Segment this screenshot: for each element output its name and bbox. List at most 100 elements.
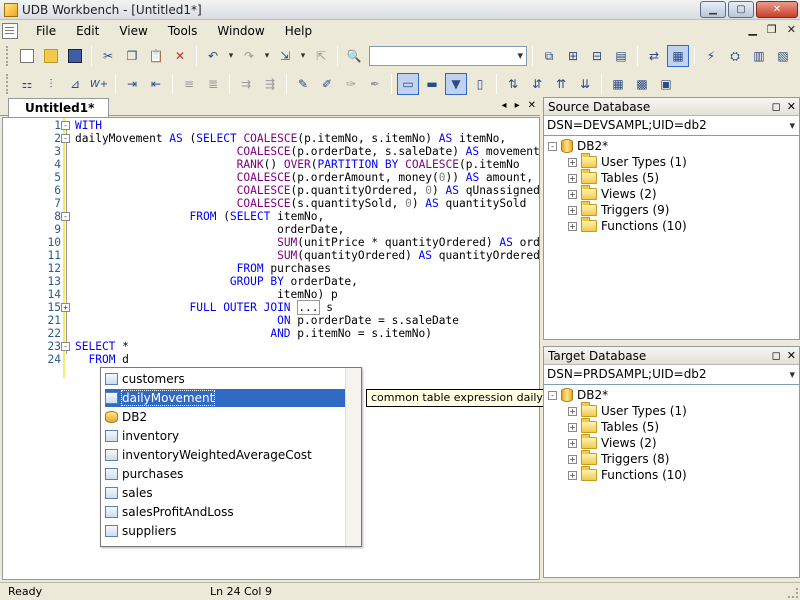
cut-icon[interactable]: ✂ — [97, 45, 119, 67]
sort-d-icon[interactable]: ⇊ — [574, 73, 596, 95]
mdi-restore-button[interactable]: ❐ — [767, 23, 777, 36]
source-tree-node[interactable]: + Tables (5) — [568, 169, 659, 186]
expand-icon[interactable]: + — [568, 406, 577, 416]
sort-b-icon[interactable]: ⇵ — [526, 73, 548, 95]
expand-icon[interactable]: + — [568, 454, 577, 464]
document-icon[interactable] — [2, 23, 18, 39]
fold-collapse-icon[interactable]: - — [61, 134, 70, 143]
tool-a-icon[interactable]: ⧉ — [538, 45, 560, 67]
target-tree-node[interactable]: + Triggers (8) — [568, 450, 669, 467]
target-tree-node[interactable]: + Views (2) — [568, 434, 657, 451]
new-file-icon[interactable] — [16, 45, 38, 67]
copy-icon[interactable]: ❐ — [121, 45, 143, 67]
expand-icon[interactable]: + — [568, 189, 577, 199]
save-icon[interactable] — [64, 45, 86, 67]
grid-a-icon[interactable]: ▦ — [607, 73, 629, 95]
sort-c-icon[interactable]: ⇈ — [550, 73, 572, 95]
expand-icon[interactable]: + — [568, 173, 577, 183]
minimize-button[interactable]: ▁ — [700, 1, 726, 18]
maximize-button[interactable]: ▢ — [728, 1, 754, 18]
paste-icon[interactable]: 📋 — [145, 45, 167, 67]
marker-b-icon[interactable]: ✐ — [316, 73, 338, 95]
autocomplete-item[interactable]: salesProfitAndLoss — [105, 503, 345, 521]
format-c-icon[interactable]: ⊿ — [64, 73, 86, 95]
target-tree-node[interactable]: + User Types (1) — [568, 402, 687, 419]
source-tree-node[interactable]: + Views (2) — [568, 185, 657, 202]
format-a-icon[interactable]: ⚏ — [16, 73, 38, 95]
tool-c-icon[interactable]: ⊟ — [586, 45, 608, 67]
source-panel-close-icon[interactable]: ✕ — [787, 98, 796, 116]
autocomplete-item[interactable]: purchases — [105, 465, 345, 483]
expand-icon[interactable]: + — [568, 438, 577, 448]
tab-scroll-left-icon[interactable]: ◂ — [502, 100, 507, 111]
source-dsn-select[interactable]: DSN=DEVSAMPL;UID=db2 — [544, 116, 799, 136]
tool-f-icon[interactable]: ▦ — [667, 45, 689, 67]
tab-untitled1[interactable]: Untitled1* — [8, 98, 110, 117]
tool-h-icon[interactable]: ⛭ — [724, 45, 746, 67]
resize-grip[interactable] — [788, 588, 798, 598]
collapse-icon[interactable]: - — [548, 141, 557, 151]
export-icon[interactable]: ⇲ — [274, 45, 296, 67]
expand-icon[interactable]: + — [568, 221, 577, 231]
find-combo[interactable] — [369, 46, 527, 66]
target-dsn-select[interactable]: DSN=PRDSAMPL;UID=db2 — [544, 365, 799, 385]
target-tree-node[interactable]: + Tables (5) — [568, 418, 659, 435]
view-a-icon[interactable]: ▭ — [397, 73, 419, 95]
tool-e-icon[interactable]: ⇄ — [643, 45, 665, 67]
source-tree-root[interactable]: - DB2* — [548, 138, 608, 154]
autocomplete-item[interactable]: dailyMovement — [105, 389, 345, 407]
autocomplete-scrollbar[interactable] — [345, 368, 361, 546]
grid-b-icon[interactable]: ▩ — [631, 73, 653, 95]
tab-close-icon[interactable]: ✕ — [528, 100, 536, 111]
toolbar-grip[interactable] — [6, 74, 10, 94]
bookmark-a-icon[interactable]: ⇉ — [235, 73, 257, 95]
autocomplete-item[interactable]: customers — [105, 370, 345, 388]
import-icon[interactable]: ⇱ — [310, 45, 332, 67]
source-tree-node[interactable]: + User Types (1) — [568, 153, 687, 170]
expand-icon[interactable]: + — [568, 422, 577, 432]
target-panel-float-icon[interactable]: ◻ — [772, 347, 781, 365]
comment-icon[interactable]: ≡ — [178, 73, 200, 95]
expand-icon[interactable]: + — [568, 157, 577, 167]
autocomplete-item[interactable]: inventoryWeightedAverageCost — [105, 446, 345, 464]
mdi-minimize-button[interactable]: ▁ — [748, 23, 756, 36]
tab-scroll-right-icon[interactable]: ▸ — [515, 100, 520, 111]
autocomplete-item[interactable]: DB2 — [105, 408, 345, 426]
menu-tools[interactable]: Tools — [158, 21, 208, 41]
target-panel-close-icon[interactable]: ✕ — [787, 347, 796, 365]
expand-icon[interactable]: + — [568, 470, 577, 480]
filter-icon[interactable]: ▼ — [445, 73, 467, 95]
autocomplete-item[interactable]: sales — [105, 484, 345, 502]
fold-collapse-icon[interactable]: - — [61, 212, 70, 221]
autocomplete-item[interactable]: suppliers — [105, 522, 345, 540]
menu-window[interactable]: Window — [207, 21, 274, 41]
fold-expand-icon[interactable]: + — [61, 303, 70, 312]
menu-edit[interactable]: Edit — [66, 21, 109, 41]
menu-file[interactable]: File — [26, 21, 66, 41]
marker-c-icon[interactable]: ✑ — [340, 73, 362, 95]
source-tree-node[interactable]: + Triggers (9) — [568, 201, 669, 218]
redo-icon[interactable]: ↷ — [238, 45, 260, 67]
outdent-icon[interactable]: ⇤ — [145, 73, 167, 95]
app-icon[interactable] — [4, 3, 18, 17]
tool-j-icon[interactable]: ▧ — [772, 45, 794, 67]
sort-a-icon[interactable]: ⇅ — [502, 73, 524, 95]
bookmark-b-icon[interactable]: ⇶ — [259, 73, 281, 95]
marker-a-icon[interactable]: ✎ — [292, 73, 314, 95]
autocomplete-list[interactable]: customers dailyMovement DB2 inventory invent… — [100, 367, 362, 547]
view-b-icon[interactable]: ▬ — [421, 73, 443, 95]
uncomment-icon[interactable]: ≣ — [202, 73, 224, 95]
tool-b-icon[interactable]: ⊞ — [562, 45, 584, 67]
tool-i-icon[interactable]: ▥ — [748, 45, 770, 67]
marker-d-icon[interactable]: ✒ — [364, 73, 386, 95]
undo-icon[interactable]: ↶ — [202, 45, 224, 67]
menu-help[interactable]: Help — [275, 21, 322, 41]
autocomplete-item[interactable]: inventory — [105, 427, 345, 445]
fold-collapse-icon[interactable]: - — [61, 342, 70, 351]
export-dropdown-icon[interactable]: ▾ — [298, 45, 308, 67]
toolbar-grip[interactable] — [6, 46, 10, 66]
grid-c-icon[interactable]: ▣ — [655, 73, 677, 95]
close-button[interactable]: ✕ — [756, 1, 798, 18]
view-c-icon[interactable]: ▯ — [469, 73, 491, 95]
target-tree-root[interactable]: - DB2* — [548, 387, 608, 403]
